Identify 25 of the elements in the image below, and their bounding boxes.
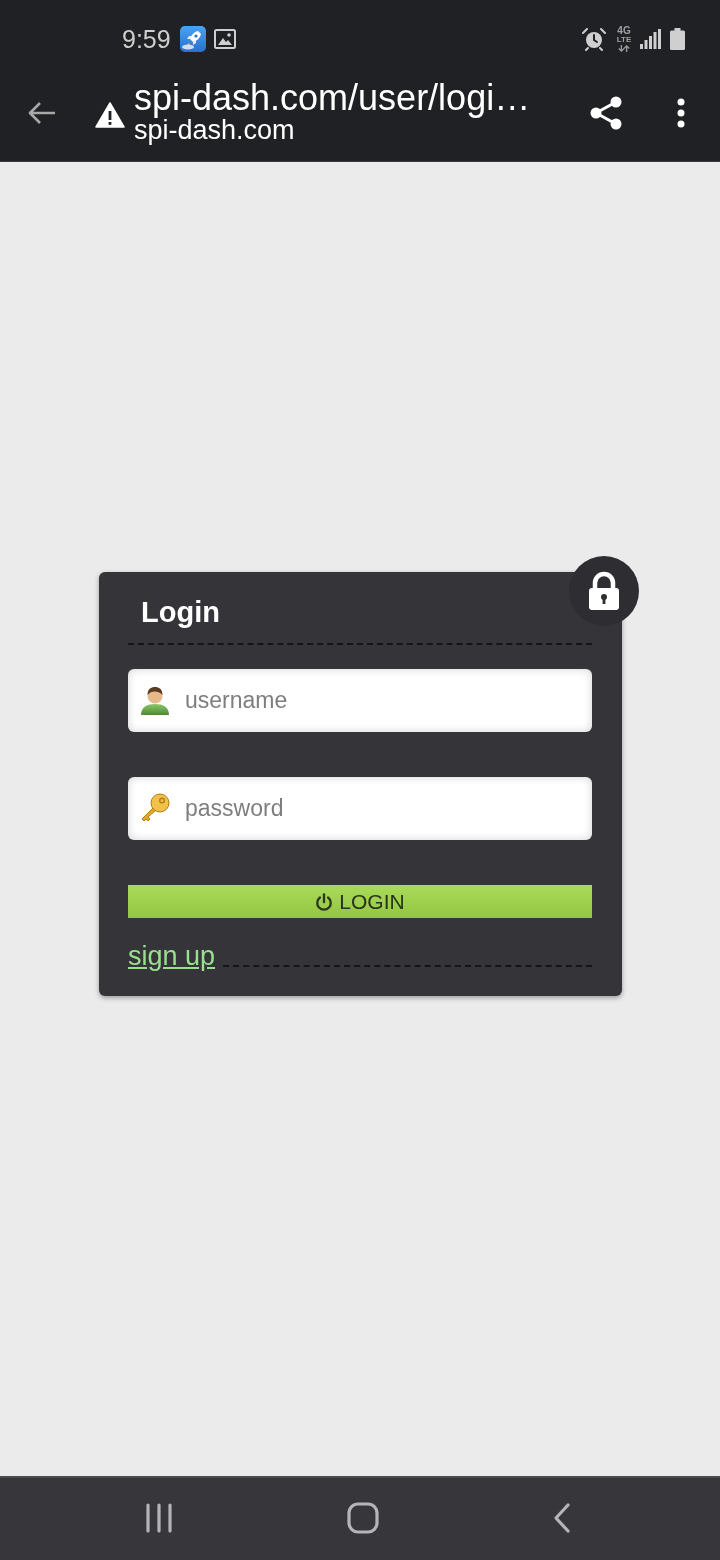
username-field[interactable]: username [128, 669, 592, 732]
recent-apps-icon[interactable] [145, 1503, 173, 1533]
warning-icon[interactable] [95, 102, 125, 128]
signal-icon [640, 28, 661, 49]
data-arrows-icon [617, 44, 631, 52]
battery-icon [670, 27, 685, 50]
power-icon [315, 892, 334, 911]
page-url[interactable]: spi-dash.com/user/logi… [134, 78, 531, 117]
login-title: Login [141, 596, 220, 628]
rocket-app-icon [179, 25, 206, 52]
back-arrow-icon[interactable] [28, 101, 56, 125]
status-time: 9:59 [122, 23, 171, 54]
network-tech-label: LTE [616, 35, 632, 44]
user-icon [140, 685, 170, 715]
password-field[interactable]: password [128, 777, 592, 840]
login-button[interactable]: LOGIN [128, 885, 592, 918]
share-icon[interactable] [590, 96, 622, 130]
menu-icon[interactable] [677, 98, 685, 128]
image-icon [213, 28, 236, 49]
alarm-clock-icon [582, 26, 606, 51]
back-icon[interactable] [553, 1503, 571, 1533]
sign-up-link[interactable]: sign up [128, 940, 216, 972]
home-icon[interactable] [347, 1502, 379, 1534]
network-type-label: 4G [617, 25, 631, 36]
key-icon [140, 793, 170, 823]
